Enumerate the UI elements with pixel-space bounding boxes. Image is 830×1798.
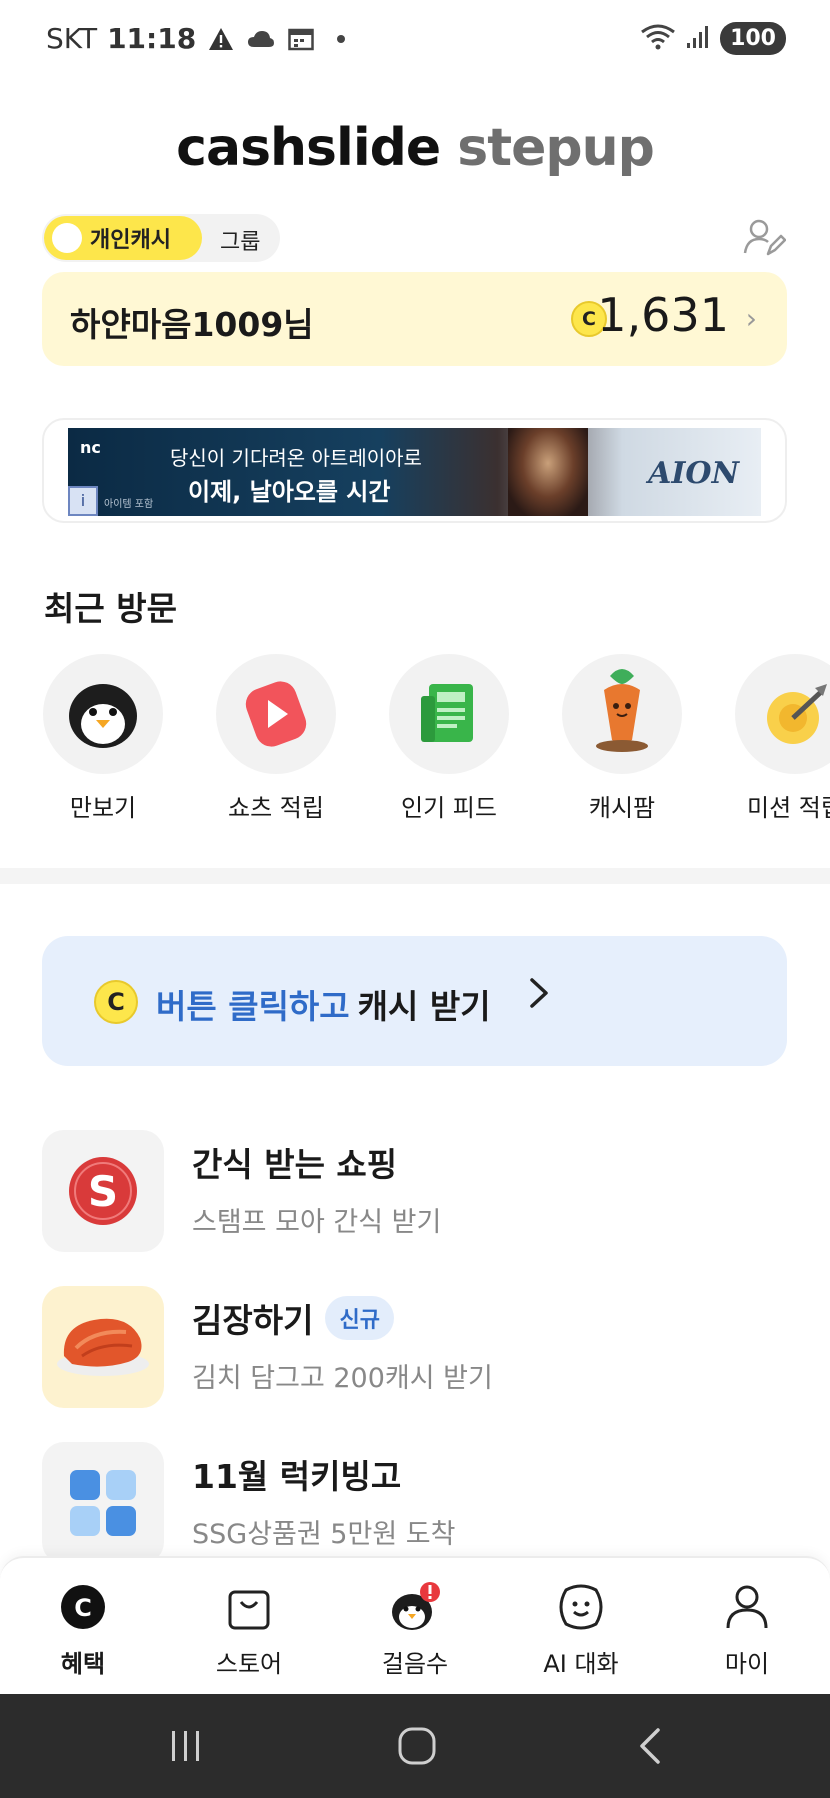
cta-text: 버튼 클릭하고 캐시 받기 <box>156 980 491 1028</box>
nav-my[interactable]: 마이 <box>677 1580 817 1679</box>
user-name: 하얀마음1009님 <box>70 305 314 344</box>
recent-item-label: 인기 피드 <box>401 794 497 822</box>
toggle-knob <box>52 223 82 253</box>
nav-label: 걸음수 <box>381 1650 449 1678</box>
clock: 11:18 <box>107 22 197 55</box>
ad-headline-2: 이제, 날아오를 시간 <box>188 478 391 506</box>
system-navigation-bar <box>0 1694 830 1798</box>
svg-text:C: C <box>74 1594 92 1622</box>
penguin-icon <box>43 654 163 774</box>
recent-item-popular-feed[interactable]: 인기 피드 <box>389 654 509 823</box>
nav-label: AI 대화 <box>543 1650 619 1678</box>
cash-c-icon: C <box>56 1580 110 1634</box>
recent-visits-row: 만보기 쇼츠 적립 인기 피드 캐시팜 미션 적립 <box>0 654 830 824</box>
list-item-subtitle: 김치 담그고 200캐시 받기 <box>192 1363 493 1394</box>
recent-item-label: 만보기 <box>69 794 137 822</box>
warning-icon <box>206 24 236 54</box>
list-item-subtitle: SSG상품권 5만원 도착 <box>192 1519 456 1550</box>
app-screen: SKT 11:18 100 cashslide stepup 개인캐시 그룹 하… <box>0 0 830 1798</box>
signal-icon <box>686 25 710 53</box>
recent-item-cashfarm[interactable]: 캐시팜 <box>562 654 682 823</box>
logo-primary: cashslide <box>176 118 441 178</box>
ad-character-image <box>508 428 588 516</box>
nav-label: 마이 <box>724 1650 770 1678</box>
calendar-icon <box>286 24 316 54</box>
nav-label: 혜택 <box>60 1650 106 1678</box>
nav-steps[interactable]: 걸음수 <box>345 1580 485 1679</box>
chevron-right-icon <box>528 976 550 1019</box>
recent-item-pedometer[interactable]: 만보기 <box>43 654 163 823</box>
recent-item-label: 쇼츠 적립 <box>228 794 324 822</box>
cta-highlight: 버튼 클릭하고 <box>156 987 350 1026</box>
title-text: 김장하기 <box>192 1301 314 1340</box>
penguin-icon <box>388 1580 442 1634</box>
ad-image[interactable]: nc 당신이 기다려온 아트레이아로 이제, 날아오를 시간 AION i 아이… <box>68 428 761 516</box>
bottom-navigation: C 혜택 스토어 걸음수 AI 대화 마이 <box>0 1556 830 1694</box>
logo-secondary: stepup <box>457 118 655 178</box>
recent-item-mission[interactable]: 미션 적립 <box>735 654 830 823</box>
recent-section-title: 최근 방문 <box>44 589 177 628</box>
status-right: 100 <box>640 22 786 55</box>
toggle-personal[interactable]: 개인캐시 <box>44 216 202 260</box>
list-item-title: 간식 받는 쇼핑 <box>192 1138 397 1186</box>
ad-headline-1: 당신이 기다려온 아트레이아로 <box>170 446 422 470</box>
target-icon <box>735 654 830 774</box>
cash-mode-toggle[interactable]: 개인캐시 그룹 <box>42 214 280 262</box>
svg-text:S: S <box>88 1167 118 1216</box>
recent-item-label: 미션 적립 <box>747 794 830 822</box>
recent-apps-icon[interactable] <box>156 1724 216 1768</box>
edit-profile-icon[interactable] <box>742 216 787 260</box>
cta-label: 캐시 받기 <box>357 987 491 1026</box>
battery-indicator: 100 <box>720 22 786 55</box>
back-icon[interactable] <box>620 1724 680 1768</box>
carrot-icon <box>562 654 682 774</box>
nav-label: 스토어 <box>215 1650 283 1678</box>
status-left: SKT 11:18 <box>46 22 356 55</box>
title-text: 간식 받는 쇼핑 <box>192 1145 398 1184</box>
recent-item-label: 캐시팜 <box>588 794 656 822</box>
ad-info-icon[interactable]: i <box>68 486 98 516</box>
list-item-snack-shopping[interactable]: S 간식 받는 쇼핑 스탬프 모아 간식 받기 <box>42 1130 787 1252</box>
wifi-icon <box>640 23 676 55</box>
app-logo: cashslide stepup <box>0 118 830 178</box>
list-item-title: 김장하기 신규 <box>192 1294 394 1342</box>
kimchi-icon <box>42 1286 164 1408</box>
chevron-right-icon: › <box>745 302 757 335</box>
nav-ai-chat[interactable]: AI 대화 <box>511 1580 651 1679</box>
bingo-grid-icon <box>42 1442 164 1564</box>
coin-icon: C <box>94 980 138 1024</box>
newspaper-icon <box>389 654 509 774</box>
section-divider <box>0 868 830 884</box>
person-icon <box>720 1580 774 1634</box>
user-cash-card[interactable]: 하얀마음1009님 C 1,631 › <box>42 272 787 366</box>
ad-banner[interactable]: nc 당신이 기다려온 아트레이아로 이제, 날아오를 시간 AION i 아이… <box>42 418 787 523</box>
s-badge-icon: S <box>42 1130 164 1252</box>
ad-game-logo: AION <box>648 456 739 491</box>
recent-item-shorts[interactable]: 쇼츠 적립 <box>216 654 336 823</box>
shopping-bag-icon <box>222 1580 276 1634</box>
ad-brand: nc <box>80 438 101 457</box>
list-item-lucky-bingo[interactable]: 11월 럭키빙고 SSG상품권 5만원 도착 <box>42 1442 787 1564</box>
status-bar: SKT 11:18 100 <box>0 0 830 80</box>
toggle-personal-label: 개인캐시 <box>90 228 171 253</box>
nav-benefits[interactable]: C 혜택 <box>13 1580 153 1679</box>
list-item-kimchi[interactable]: 김장하기 신규 김치 담그고 200캐시 받기 <box>42 1286 787 1408</box>
cloud-icon <box>246 24 276 54</box>
nav-store[interactable]: 스토어 <box>179 1580 319 1679</box>
click-cash-button[interactable]: C 버튼 클릭하고 캐시 받기 <box>42 936 787 1066</box>
carrier-label: SKT <box>46 22 98 55</box>
cash-balance: 1,631 <box>597 288 729 342</box>
chat-face-icon <box>554 1580 608 1634</box>
list-item-subtitle: 스탬프 모아 간식 받기 <box>192 1207 442 1238</box>
shorts-play-icon <box>216 654 336 774</box>
toggle-group[interactable]: 그룹 <box>220 224 260 256</box>
dot-icon <box>326 24 356 54</box>
ad-footnote: 아이템 포함 <box>104 499 154 510</box>
list-item-title: 11월 럭키빙고 <box>192 1450 401 1498</box>
new-badge: 신규 <box>325 1296 394 1340</box>
home-icon[interactable] <box>387 1724 447 1768</box>
title-text: 11월 럭키빙고 <box>192 1457 402 1496</box>
